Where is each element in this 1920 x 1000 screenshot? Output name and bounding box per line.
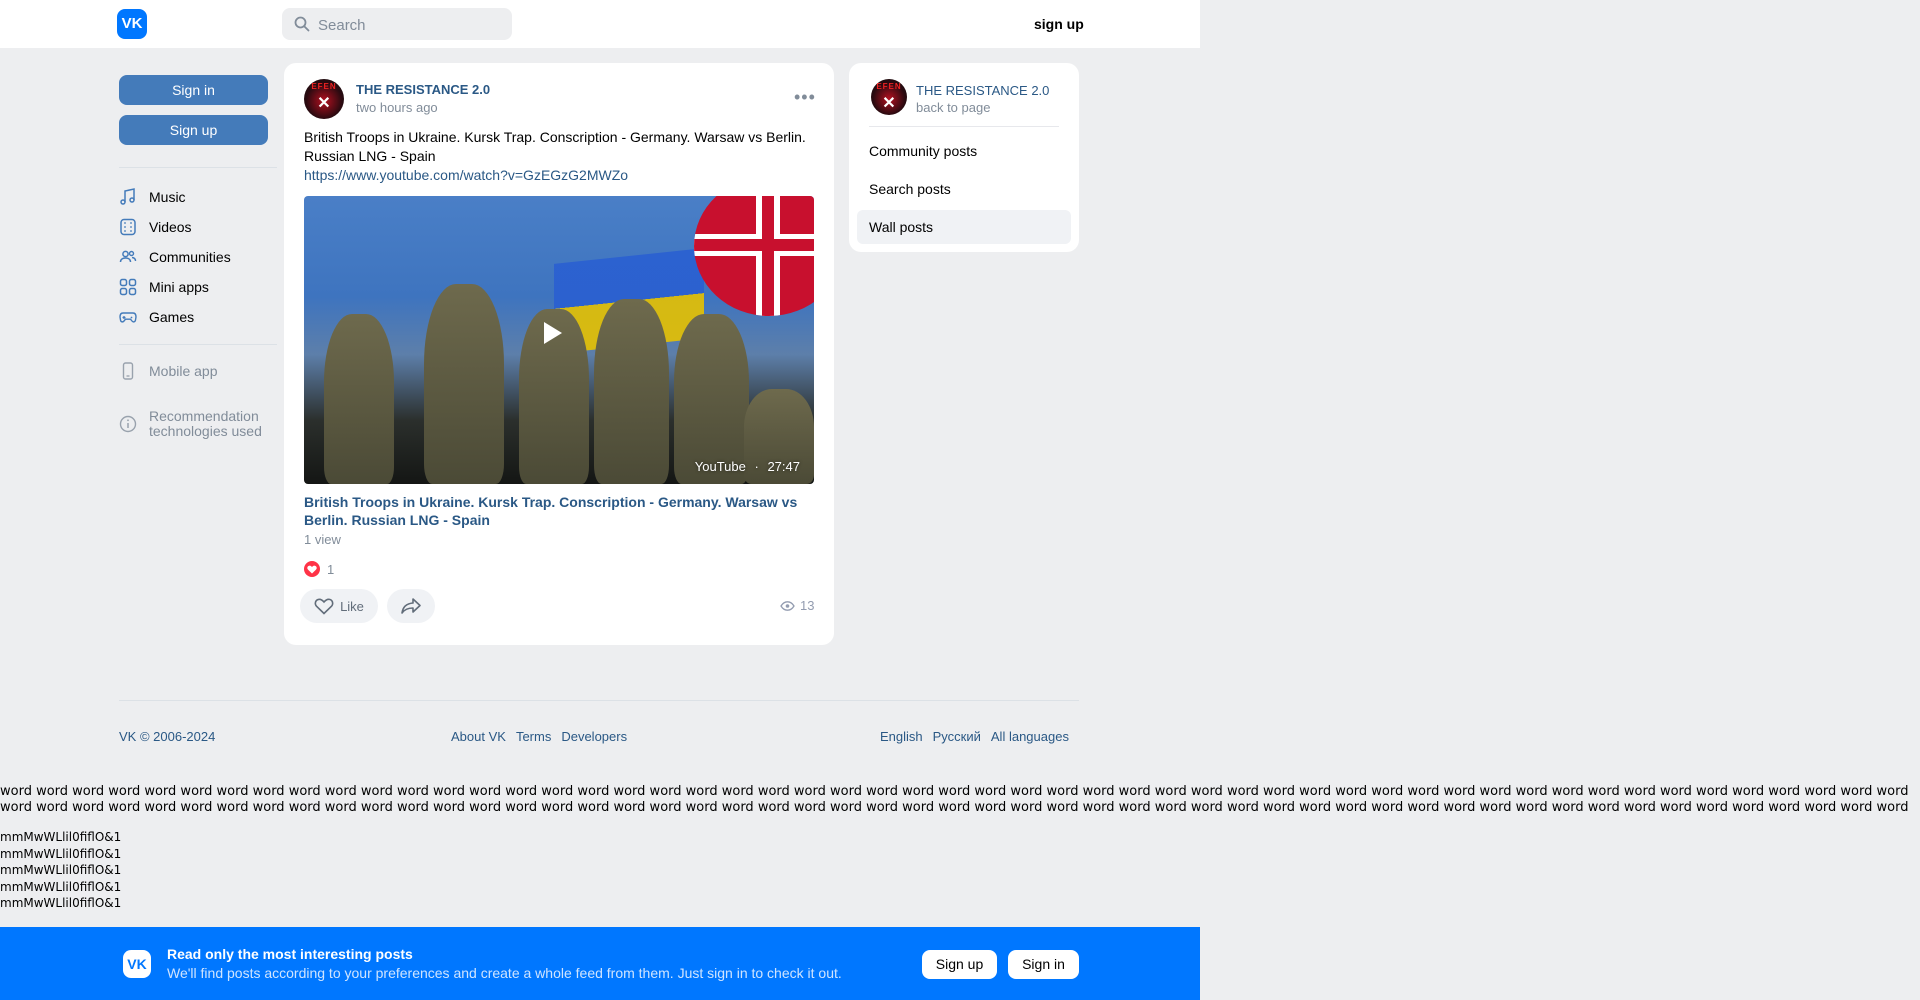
- sidebar-item-mobile-app[interactable]: Mobile app: [119, 362, 218, 380]
- views-counter: 13: [780, 598, 814, 613]
- sidebar-item-mini-apps[interactable]: Mini apps: [119, 275, 209, 299]
- side-divider: [869, 126, 1059, 127]
- footer-links: About VK Terms Developers: [451, 729, 627, 744]
- word-test-text: word word word word word word word word …: [0, 784, 1909, 814]
- heart-icon: [304, 561, 320, 577]
- music-icon: [119, 188, 137, 206]
- post-text: British Troops in Ukraine. Kursk Trap. C…: [304, 129, 806, 164]
- sidebar-divider: [119, 167, 277, 168]
- glyph-test-lines: mmMwWLlil0fiflO&1 mmMwWLlil0fiflO&1 mmMw…: [0, 830, 122, 910]
- video-meta: YouTube · 27:47: [694, 459, 800, 474]
- side-author-avatar[interactable]: EFEN ✕: [871, 79, 907, 115]
- sidebar-item-label: Games: [149, 309, 195, 325]
- sidebar-item-label: Mobile app: [149, 363, 218, 379]
- footer-link-about[interactable]: About VK: [451, 729, 506, 744]
- header-signup-link[interactable]: sign up: [1034, 16, 1084, 32]
- sidebar-item-videos[interactable]: Videos: [119, 215, 192, 239]
- video-title-link[interactable]: British Troops in Ukraine. Kursk Trap. C…: [304, 493, 814, 529]
- avatar-emblem-icon: ✕: [317, 95, 331, 112]
- vk-logo: VK: [123, 950, 151, 978]
- share-button[interactable]: [387, 589, 435, 623]
- top-header: VK sign up: [0, 0, 1200, 48]
- post-card: EFEN ✕ THE RESISTANCE 2.0 two hours ago …: [284, 63, 834, 645]
- footer-copyright[interactable]: VK © 2006-2024: [119, 729, 215, 744]
- share-icon: [401, 598, 421, 614]
- footer-link-developers[interactable]: Developers: [561, 729, 627, 744]
- vk-logo[interactable]: VK: [117, 9, 147, 39]
- sidebar-item-label: Videos: [149, 219, 192, 235]
- users-icon: [119, 248, 137, 266]
- reactions-count: 1: [327, 561, 335, 577]
- more-options-icon[interactable]: •••: [794, 87, 816, 108]
- banner-signup-button[interactable]: Sign up: [922, 950, 997, 979]
- sidebar-item-communities[interactable]: Communities: [119, 245, 231, 269]
- side-panel: EFEN ✕ THE RESISTANCE 2.0 back to page C…: [849, 63, 1079, 252]
- phone-icon: [119, 362, 137, 380]
- signin-promo-banner: VK Read only the most interesting posts …: [0, 927, 1200, 1000]
- post-link[interactable]: https://www.youtube.com/watch?v=GzEGzG2M…: [304, 167, 628, 183]
- soldier-figure: [424, 284, 504, 484]
- info-icon: [119, 415, 137, 433]
- search-box[interactable]: [282, 8, 512, 42]
- sidebar-item-recommendation[interactable]: Recommendation technologies used: [119, 409, 262, 439]
- video-duration: 27:47: [767, 459, 800, 474]
- post-author-link[interactable]: THE RESISTANCE 2.0: [356, 82, 490, 97]
- footer-link-terms[interactable]: Terms: [516, 729, 551, 744]
- soldier-figure: [594, 299, 669, 484]
- search-input[interactable]: [316, 8, 510, 42]
- lang-english[interactable]: English: [880, 729, 923, 744]
- like-button[interactable]: Like: [300, 589, 378, 623]
- avatar-emblem-icon: ✕: [882, 95, 896, 112]
- heart-outline-icon: [314, 598, 334, 615]
- video-thumbnail[interactable]: YouTube · 27:47: [304, 196, 814, 484]
- play-icon[interactable]: [544, 322, 562, 344]
- lang-all[interactable]: All languages: [991, 729, 1069, 744]
- footer-divider: [119, 700, 1079, 701]
- post-author-avatar[interactable]: EFEN ✕: [304, 79, 344, 119]
- reactions-summary[interactable]: 1: [304, 561, 334, 577]
- gamepad-icon: [119, 308, 137, 326]
- sidebar-signin-button[interactable]: Sign in: [119, 75, 268, 105]
- footer-languages: English Русский All languages: [880, 729, 1069, 744]
- sidebar-item-label: Music: [149, 189, 186, 205]
- side-item-wall-posts[interactable]: Wall posts: [857, 210, 1071, 244]
- video-views: 1 view: [304, 532, 341, 547]
- back-to-page-link[interactable]: back to page: [916, 100, 990, 115]
- banner-signin-button[interactable]: Sign in: [1008, 950, 1079, 979]
- search-icon: [294, 16, 310, 32]
- lang-russian[interactable]: Русский: [933, 729, 981, 744]
- sidebar-item-music[interactable]: Music: [119, 185, 186, 209]
- uk-flag-inset: [694, 196, 814, 316]
- banner-subtitle: We'll find posts according to your prefe…: [167, 965, 842, 981]
- soldier-figure: [324, 314, 394, 484]
- side-author-link[interactable]: THE RESISTANCE 2.0: [916, 83, 1049, 98]
- sidebar-item-label: Communities: [149, 249, 231, 265]
- sidebar-divider: [119, 344, 277, 345]
- apps-icon: [119, 278, 137, 296]
- recommendation-label: Recommendation technologies used: [149, 408, 262, 439]
- banner-title: Read only the most interesting posts: [167, 946, 413, 962]
- side-item-search-posts[interactable]: Search posts: [857, 172, 1071, 206]
- side-item-community-posts[interactable]: Community posts: [857, 134, 1071, 168]
- video-icon: [119, 218, 137, 236]
- sidebar-item-label: Mini apps: [149, 279, 209, 295]
- eye-icon: [780, 600, 795, 611]
- sidebar-item-games[interactable]: Games: [119, 305, 194, 329]
- post-time[interactable]: two hours ago: [356, 100, 438, 115]
- sidebar-signup-button[interactable]: Sign up: [119, 115, 268, 145]
